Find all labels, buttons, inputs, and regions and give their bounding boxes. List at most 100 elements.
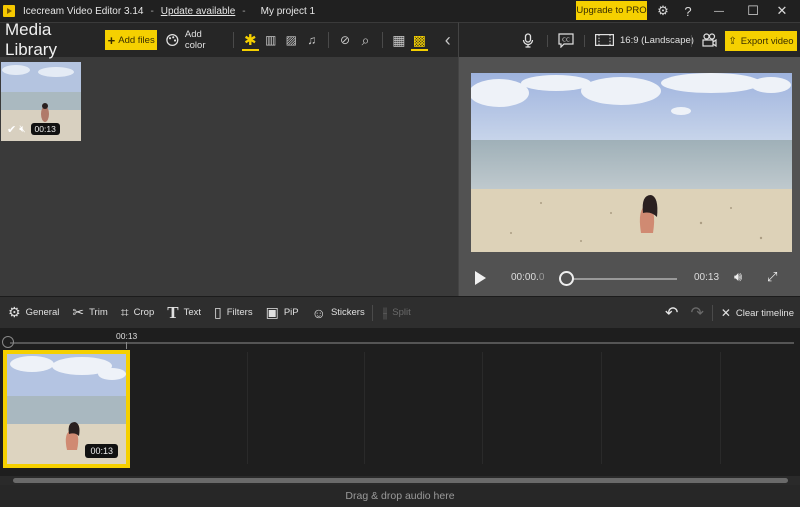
grid-line [364,352,365,464]
app-logo-icon [3,5,15,17]
tool-pip-button[interactable]: ▣ PiP [266,304,299,321]
video-frame-image [471,73,792,252]
crop-label: Crop [133,307,155,318]
edit-toolbar: ⚙ General ✂ Trim ⌗ Crop T Text ▯ Filters ▣ PiP ☺ Stic… [0,296,800,328]
fullscreen-icon[interactable]: ⤢ [767,269,777,285]
filters-icon: ▯ [214,304,222,320]
title-bar: Icecream Video Editor 3.14 - Update avai… [0,0,800,22]
timeline: 00:13 00:13 [0,328,800,476]
tool-stickers-button[interactable]: ☺ Stickers [312,305,365,321]
grid-line [482,352,483,464]
search-icon[interactable]: ⌕ [357,29,373,51]
aspect-ratio-selector[interactable]: 16:9 (Landscape) [595,34,694,46]
seek-handle[interactable] [559,271,574,286]
collapse-panel-icon[interactable]: ‹ [440,29,456,51]
media-item-overlay: ✔ 🔇︎ 00:13 [1,122,81,136]
preview-header: CC 16:9 (Landscape) ⇪ Export video [458,22,800,57]
undo-icon[interactable]: ↶ [665,303,678,323]
seek-bar[interactable] [567,278,677,280]
clear-timeline-label: Clear timeline [735,307,794,319]
help-icon[interactable]: ? [679,2,697,20]
minimize-icon[interactable]: — [710,2,728,20]
check-icon: ✔ [7,123,17,136]
divider [371,304,373,321]
pip-icon: ▣ [265,304,279,320]
filters-label: Filters [226,307,253,318]
tool-general-button[interactable]: ⚙ General [8,304,59,321]
split-label: Split [392,307,411,318]
pip-label: PiP [283,307,299,318]
project-name: My project 1 [260,5,316,17]
tool-filters-button[interactable]: ▯ Filters [214,304,253,321]
video-preview-panel: 00:00.0 00:13 🔊︎ ⤢ [458,57,800,296]
timeline-clip[interactable]: 00:13 [3,350,130,468]
divider [327,32,329,48]
general-label: General [25,307,60,318]
large-grid-view-icon[interactable]: ▦ [391,29,407,51]
update-available-link[interactable]: Update available [161,6,236,17]
settings-gear-icon[interactable]: ⚙ [654,2,672,20]
general-icon: ⚙ [8,304,21,320]
add-color-button[interactable]: Add color [166,29,221,51]
current-time: 00:00.0 [511,272,544,283]
split-icon: ⫲ [382,304,388,320]
tool-text-button[interactable]: T Text [167,303,201,323]
microphone-icon[interactable] [522,33,534,48]
video-filter-icon[interactable]: ▥ [263,29,279,51]
ruler-time-label: 00:13 [116,331,138,341]
history-tools: ↶ ↷ ✕ Clear timeline [665,297,794,329]
all-media-icon[interactable]: ✱ [242,29,260,51]
playhead-handle[interactable] [2,336,14,348]
divider [381,32,383,48]
video-preview-frame[interactable] [471,73,792,252]
unused-filter-icon[interactable]: ⊘ [337,29,353,51]
audio-filter-icon[interactable]: ♫ [303,29,319,51]
divider [547,35,548,47]
upgrade-to-pro-button[interactable]: Upgrade to PRO [576,1,647,20]
image-filter-icon[interactable]: ▨ [283,29,299,51]
scrollbar-thumb[interactable] [13,478,788,483]
tool-trim-button[interactable]: ✂ Trim [72,304,107,321]
stickers-label: Stickers [330,307,365,318]
timeline-horizontal-scrollbar[interactable] [0,476,800,485]
captions-cc-icon[interactable]: CC [558,33,574,48]
media-library-title: Media Library [5,20,57,59]
total-time: 00:13 [694,272,720,283]
player-controls: 00:00.0 00:13 🔊︎ ⤢ [459,265,800,291]
media-item[interactable]: ✔ 🔇︎ 00:13 [1,62,81,141]
export-upload-icon: ⇪ [728,35,737,47]
redo-icon[interactable]: ↷ [690,303,703,323]
timeline-ruler[interactable] [10,342,794,344]
aspect-ratio-label: 16:9 (Landscape) [620,34,694,46]
trim-label: Trim [89,307,108,318]
clip-duration-badge: 00:13 [85,444,118,458]
volume-icon[interactable]: 🔊︎ [734,269,742,285]
app-title: Icecream Video Editor 3.14 [23,5,144,17]
add-files-button[interactable]: + Add files [105,30,158,50]
title-separator: - [150,5,154,17]
divider [691,35,692,47]
audio-drop-zone[interactable]: Drag & drop audio here [0,485,800,507]
svg-text:CC: CC [562,38,570,44]
grid-line [601,352,602,464]
small-grid-view-icon[interactable]: ▩ [411,29,429,51]
camera-record-icon[interactable] [702,33,717,48]
export-video-label: Export video [740,35,794,47]
ruler-tick [126,342,127,349]
export-video-button[interactable]: ⇪ Export video [725,31,797,51]
maximize-icon[interactable]: ☐ [744,2,762,20]
tool-crop-button[interactable]: ⌗ Crop [121,304,154,321]
palette-icon [166,33,179,47]
play-button[interactable] [475,271,486,285]
stickers-icon: ☺ [311,304,326,321]
text-label: Text [183,307,202,318]
close-icon[interactable]: ✕ [773,2,791,20]
grid-line [247,352,248,464]
aspect-ratio-icon [595,34,614,46]
plus-icon: + [107,32,116,48]
media-library-panel: Media Library + Add files Add color ✱ ▥ … [0,20,458,296]
clear-timeline-button[interactable]: ✕ Clear timeline [721,306,794,320]
tool-split-button[interactable]: ⫲ Split [383,304,411,321]
duration-badge: 00:13 [30,123,60,135]
media-library-header: Media Library + Add files Add color ✱ ▥ … [0,20,458,59]
